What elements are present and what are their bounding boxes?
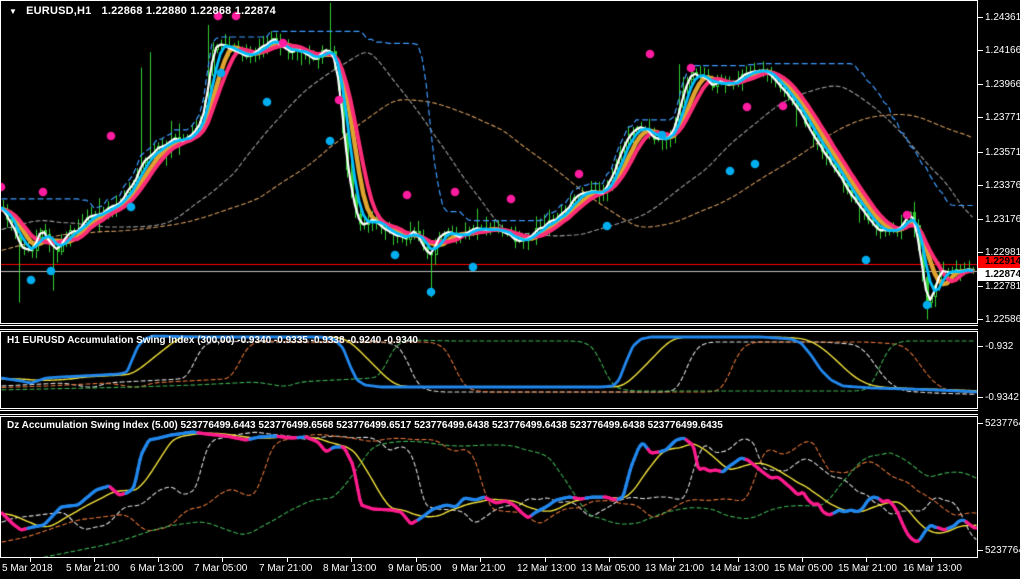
price-tick-label: 1.23376 <box>978 180 1020 192</box>
price-tick-label: -0.9342 <box>978 392 1019 404</box>
chart-menu-icon[interactable]: ▼ <box>9 7 17 16</box>
time-axis[interactable]: 5 Mar 2018 5 Mar 21:00 6 Mar 13:00 7 Mar 05… <box>0 558 1020 579</box>
tick-mark <box>978 251 983 253</box>
indicator1-panel[interactable]: H1 EURUSD Accumulation Swing Index (300,… <box>0 331 978 409</box>
price-axis[interactable]: 1.22914 1.22874 1.24361 1.24166 1.23966 1.2… <box>978 0 1020 579</box>
tick-mark <box>978 83 983 85</box>
time-tick-mark <box>158 558 159 562</box>
time-label: 15 Mar 21:00 <box>838 563 897 574</box>
time-tick-mark <box>94 558 95 562</box>
price-tick-label: 1.23571 <box>978 147 1020 159</box>
time-label: 5 Mar 2018 <box>2 563 53 574</box>
last-price-badge: 1.22874 <box>978 268 1020 281</box>
time-label: 16 Mar 13:00 <box>903 563 962 574</box>
chart-symbol-title: EURUSD,H1 <box>26 5 92 17</box>
price-tick-label: 1.23176 <box>978 214 1020 226</box>
indicator2-panel[interactable]: Dz Accumulation Swing Index (5.00) 52377… <box>0 416 978 558</box>
tick-mark <box>978 16 983 18</box>
time-label: 13 Mar 05:00 <box>581 563 640 574</box>
time-tick-mark <box>416 558 417 562</box>
price-tick-label: -0.932 <box>978 341 1013 353</box>
time-label: 7 Mar 05:00 <box>194 563 248 574</box>
price-tick-label: 1.22586 <box>978 314 1020 326</box>
tick-mark <box>978 318 983 320</box>
tick-mark <box>978 345 983 347</box>
window-splitter[interactable] <box>0 325 1020 330</box>
time-label: 9 Mar 21:00 <box>452 563 506 574</box>
time-tick-mark <box>287 558 288 562</box>
time-tick-mark <box>931 558 932 562</box>
time-label: 12 Mar 13:00 <box>517 563 576 574</box>
time-tick-mark <box>866 558 867 562</box>
tick-mark <box>978 549 983 551</box>
tick-mark <box>978 49 983 51</box>
tick-mark <box>978 396 983 398</box>
tick-mark <box>978 151 983 153</box>
tick-mark <box>978 116 983 118</box>
time-label: 15 Mar 05:00 <box>774 563 833 574</box>
time-label: 14 Mar 13:00 <box>710 563 769 574</box>
price-tick-label: 1.24361 <box>978 12 1020 24</box>
time-label: 7 Mar 21:00 <box>259 563 313 574</box>
main-chart-canvas[interactable] <box>1 1 977 323</box>
indicator1-title: H1 EURUSD Accumulation Swing Index (300,… <box>7 335 418 346</box>
tick-mark <box>978 285 983 287</box>
time-tick-mark <box>609 558 610 562</box>
price-tick-label: 1.24166 <box>978 45 1020 57</box>
ask-price-badge: 1.22914 <box>978 256 1020 268</box>
time-label: 9 Mar 05:00 <box>388 563 442 574</box>
time-label: 6 Mar 13:00 <box>130 563 184 574</box>
time-tick-mark <box>30 558 31 562</box>
price-tick-label: 1.22781 <box>978 281 1020 293</box>
time-label: 8 Mar 13:00 <box>323 563 377 574</box>
tick-mark <box>978 184 983 186</box>
chart-ohlc-values: 1.22868 1.22880 1.22868 1.22874 <box>101 5 276 17</box>
time-label: 5 Mar 21:00 <box>66 563 120 574</box>
time-tick-mark <box>480 558 481 562</box>
time-tick-mark <box>738 558 739 562</box>
tick-mark <box>978 218 983 220</box>
main-chart-panel[interactable]: ▼ EURUSD,H1 1.22868 1.22880 1.22868 1.2287… <box>0 0 978 324</box>
time-tick-mark <box>222 558 223 562</box>
price-tick-label: 1.23966 <box>978 79 1020 91</box>
indicator2-canvas[interactable] <box>1 417 977 557</box>
time-tick-mark <box>545 558 546 562</box>
indicator2-title: Dz Accumulation Swing Index (5.00) 52377… <box>7 420 723 431</box>
tick-mark <box>978 422 983 424</box>
time-tick-mark <box>673 558 674 562</box>
time-label: 13 Mar 21:00 <box>645 563 704 574</box>
price-tick-label: 52377649 <box>978 545 1020 557</box>
chart-header: ▼ EURUSD,H1 1.22868 1.22880 1.22868 1.2287… <box>9 5 276 17</box>
price-tick-label: 1.23771 <box>978 112 1020 124</box>
price-tick-label: 52377649 <box>978 418 1020 430</box>
time-tick-mark <box>351 558 352 562</box>
window-splitter[interactable] <box>0 410 1020 415</box>
time-tick-mark <box>802 558 803 562</box>
mt4-chart-window: ▼ EURUSD,H1 1.22868 1.22880 1.22868 1.2287… <box>0 0 1020 579</box>
